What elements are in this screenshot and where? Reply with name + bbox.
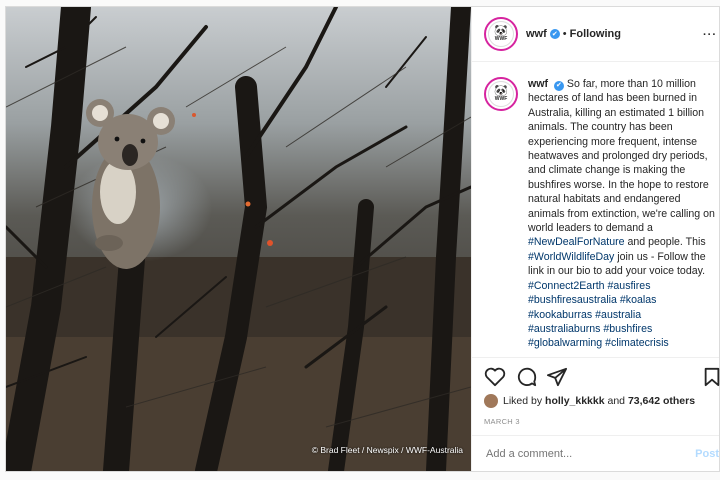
comment-icon[interactable] (516, 367, 538, 387)
post-comment-button[interactable]: Post (695, 448, 719, 460)
verified-badge-icon: ✔ (553, 81, 564, 92)
caption: 🐼 WWF wwf ✔ So far, more than 10 million… (484, 77, 716, 351)
avatar-logo-text: WWF (494, 36, 508, 42)
liker-username[interactable]: holly_kkkkk (545, 395, 605, 407)
caption-username[interactable]: wwf (528, 78, 548, 90)
hashtag-link[interactable]: #Connect2Earth (528, 280, 605, 292)
share-icon[interactable] (546, 367, 568, 387)
separator-dot: • (562, 28, 567, 40)
hashtag-link[interactable]: #ausfires (608, 280, 651, 292)
likes-summary: Liked by holly_kkkkk and 73,642 others (484, 394, 695, 408)
hashtag-link[interactable]: #NewDealForNature (528, 236, 625, 248)
likes-joiner: and (607, 395, 626, 407)
caption-text: wwf ✔ So far, more than 10 million hecta… (484, 77, 716, 351)
action-bar (484, 367, 720, 389)
post-header: 🐼 WWF wwf ✔ • Following ··· (472, 7, 719, 62)
burned-forest-koala-image (6, 7, 471, 471)
likes-count-link[interactable]: 73,642 others (628, 395, 695, 407)
bookmark-icon[interactable] (703, 367, 720, 387)
liker-avatar[interactable] (484, 394, 498, 408)
post-date[interactable]: MARCH 3 (484, 417, 520, 426)
caption-body: So far, more than 10 million hectares of… (528, 78, 715, 349)
likes-prefix: Liked by (503, 395, 543, 407)
caption-text-segment: and people. This (624, 236, 706, 249)
hashtag-link[interactable]: #australiaburns (528, 323, 600, 335)
following-button[interactable]: Following (570, 28, 621, 40)
hashtag-link[interactable]: #globalwarming (528, 337, 602, 349)
hashtag-link[interactable]: #bushfiresaustralia (528, 294, 617, 306)
hashtag-link[interactable]: #climatecrisis (605, 337, 669, 349)
more-options-icon[interactable]: ··· (703, 29, 717, 41)
photo-credit: © Brad Fleet / Newspix / WWF-Australia (311, 445, 463, 455)
avatar-logo-text: WWF (494, 96, 508, 102)
instagram-post: © Brad Fleet / Newspix / WWF-Australia 🐼… (5, 6, 720, 472)
verified-badge-icon: ✔ (549, 29, 560, 39)
hashtag-link[interactable]: #bushfires (603, 323, 652, 335)
post-photo[interactable]: © Brad Fleet / Newspix / WWF-Australia (6, 7, 471, 471)
hashtag-link[interactable]: #kookaburras (528, 309, 592, 321)
divider (472, 357, 719, 358)
comment-input[interactable] (484, 446, 678, 461)
hashtag-link[interactable]: #australia (595, 309, 641, 321)
avatar[interactable]: 🐼 WWF (484, 17, 518, 51)
hashtag-link[interactable]: #koalas (620, 294, 657, 306)
post-side-panel: 🐼 WWF wwf ✔ • Following ··· 🐼 WWF wwf ✔ … (471, 7, 720, 471)
hashtag-link[interactable]: #WorldWildlifeDay (528, 251, 614, 263)
caption-avatar[interactable]: 🐼 WWF (484, 77, 518, 111)
caption-text-segment: So far, more than 10 million hectares of… (528, 78, 715, 235)
username-link[interactable]: wwf (526, 28, 547, 40)
heart-icon[interactable] (484, 367, 506, 387)
comment-box: Post (472, 435, 719, 471)
